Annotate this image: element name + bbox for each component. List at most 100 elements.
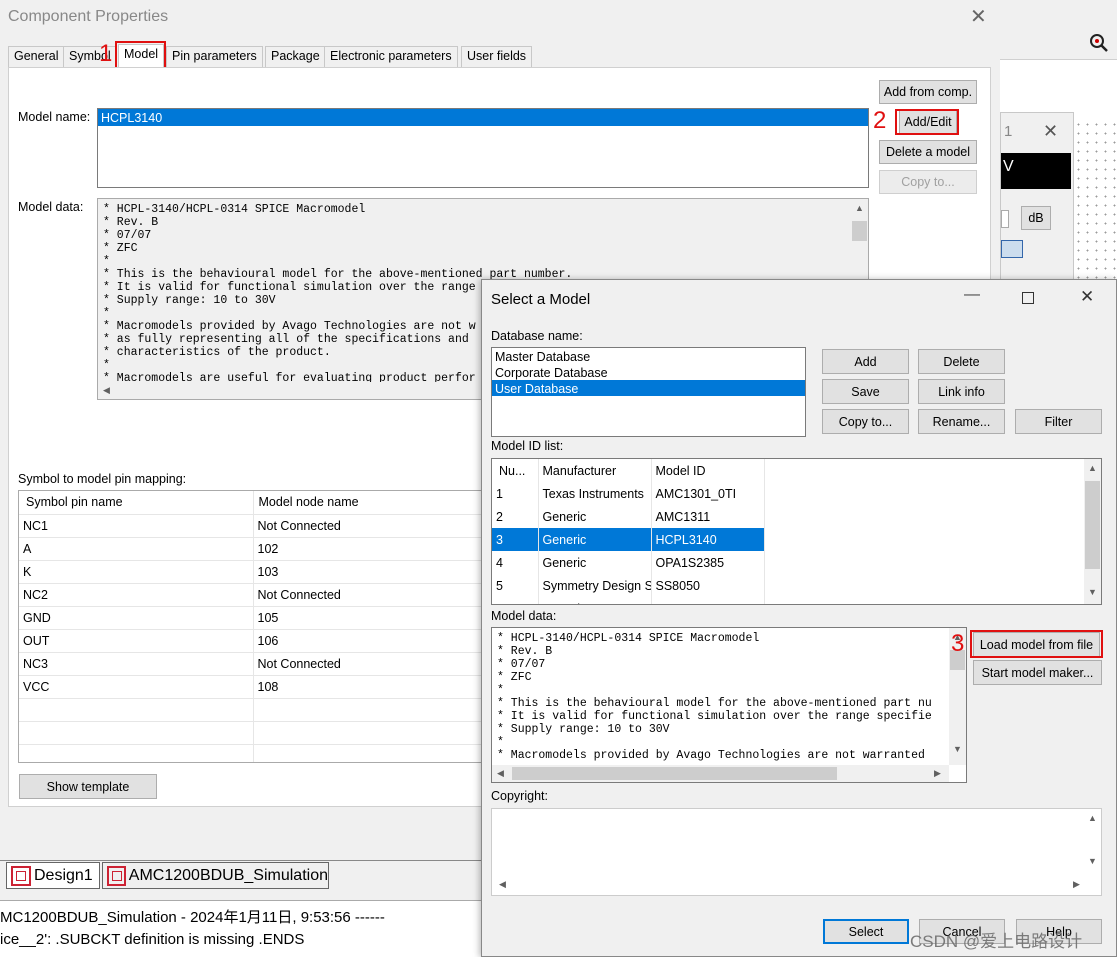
table-row[interactable]: [19, 698, 497, 722]
tab-design1[interactable]: Design1: [6, 862, 100, 889]
dialog-model-data-textarea[interactable]: * HCPL-3140/HCPL-0314 SPICE Macromodel * …: [491, 627, 967, 783]
model-node-cell[interactable]: 102: [253, 537, 497, 561]
instrument-field[interactable]: [1001, 210, 1009, 228]
table-row[interactable]: NC1 Not Connected: [19, 514, 497, 538]
manufacturer-cell[interactable]: Symmetry Design S: [538, 574, 652, 597]
delete-button[interactable]: Delete: [918, 349, 1005, 374]
db-unit-button[interactable]: dB: [1021, 206, 1051, 230]
link-info-button[interactable]: Link info: [918, 379, 1005, 404]
list-item[interactable]: 3 Generic HCPL3140: [492, 528, 765, 551]
tab-amc1200bdub-simulation[interactable]: AMC1200BDUB_Simulation: [102, 862, 329, 889]
table-row[interactable]: A 102: [19, 537, 497, 561]
tab-electronic-parameters[interactable]: Electronic parameters: [324, 46, 458, 67]
dialog-model-hscroll[interactable]: ◀ ▶: [492, 765, 949, 782]
model-id-cell[interactable]: TL431: [651, 597, 765, 604]
copyright-textarea[interactable]: ▲ ▼ ◀ ▶: [491, 808, 1102, 896]
model-node-cell[interactable]: [253, 698, 497, 722]
database-item-master[interactable]: Master Database: [492, 348, 805, 364]
table-row[interactable]: NC3 Not Connected: [19, 652, 497, 676]
id-number-cell[interactable]: 1: [492, 482, 539, 505]
close-icon[interactable]: ✕: [1080, 287, 1094, 307]
model-name-list[interactable]: HCPL3140: [97, 108, 869, 188]
symbol-pin-cell[interactable]: OUT: [19, 629, 254, 653]
symbol-pin-cell[interactable]: [19, 721, 254, 745]
id-number-cell[interactable]: 4: [492, 551, 539, 574]
model-name-item[interactable]: HCPL3140: [98, 109, 868, 126]
symbol-pin-cell[interactable]: K: [19, 560, 254, 584]
list-item[interactable]: 4 Generic OPA1S2385: [492, 551, 765, 574]
id-number-cell[interactable]: 2: [492, 505, 539, 528]
table-row[interactable]: K 103: [19, 560, 497, 584]
tab-pin-parameters[interactable]: Pin parameters: [166, 46, 263, 67]
list-item[interactable]: 5 Symmetry Design S SS8050: [492, 574, 765, 597]
maximize-icon[interactable]: [1022, 292, 1034, 304]
pin-header-model[interactable]: Model node name: [253, 491, 497, 515]
manufacturer-cell[interactable]: Generic: [538, 551, 652, 574]
close-icon[interactable]: ✕: [1043, 121, 1058, 142]
manufacturer-cell[interactable]: Generic: [538, 597, 652, 604]
model-id-cell[interactable]: HCPL3140: [651, 528, 765, 551]
database-list[interactable]: Master Database Corporate Database User …: [491, 347, 806, 437]
pin-mapping-table[interactable]: Symbol pin name Model node name NC1 Not Co…: [18, 490, 498, 763]
id-list-vscroll[interactable]: ▲ ▼: [1084, 459, 1101, 604]
add-from-comp-button[interactable]: Add from comp.: [879, 80, 977, 104]
id-number-cell[interactable]: 6: [492, 597, 539, 604]
database-item-corporate[interactable]: Corporate Database: [492, 364, 805, 380]
table-row[interactable]: VCC 108: [19, 675, 497, 699]
tab-user-fields[interactable]: User fields: [461, 46, 533, 67]
id-header-number[interactable]: Nu...: [492, 459, 539, 482]
symbol-pin-cell[interactable]: A: [19, 537, 254, 561]
add-button[interactable]: Add: [822, 349, 909, 374]
model-node-cell[interactable]: 108: [253, 675, 497, 699]
id-number-cell[interactable]: 5: [492, 574, 539, 597]
id-number-cell[interactable]: 3: [492, 528, 539, 551]
symbol-pin-cell[interactable]: NC3: [19, 652, 254, 676]
table-row[interactable]: OUT 106: [19, 629, 497, 653]
tab-general[interactable]: General: [8, 46, 65, 67]
database-item-user[interactable]: User Database: [492, 380, 805, 396]
select-button[interactable]: Select: [823, 919, 909, 944]
pin-header-symbol[interactable]: Symbol pin name: [19, 491, 254, 515]
model-node-cell[interactable]: [253, 721, 497, 745]
model-node-cell[interactable]: 105: [253, 606, 497, 630]
delete-model-button[interactable]: Delete a model: [879, 140, 977, 164]
zoom-icon[interactable]: [1089, 33, 1109, 53]
symbol-pin-cell[interactable]: [19, 744, 254, 762]
show-template-button[interactable]: Show template: [19, 774, 157, 799]
save-button[interactable]: Save: [822, 379, 909, 404]
manufacturer-cell[interactable]: Generic: [538, 528, 652, 551]
model-id-cell[interactable]: AMC1311: [651, 505, 765, 528]
tab-package[interactable]: Package: [265, 46, 326, 67]
id-header-manufacturer[interactable]: Manufacturer: [538, 459, 652, 482]
model-id-cell[interactable]: AMC1301_0TI: [651, 482, 765, 505]
list-item[interactable]: 6GenericTL431: [492, 597, 765, 604]
model-node-cell[interactable]: 103: [253, 560, 497, 584]
symbol-pin-cell[interactable]: NC2: [19, 583, 254, 607]
id-header-model-id[interactable]: Model ID: [651, 459, 765, 482]
model-node-cell[interactable]: Not Connected: [253, 514, 497, 538]
copy-to-button[interactable]: Copy to...: [822, 409, 909, 434]
manufacturer-cell[interactable]: Generic: [538, 505, 652, 528]
model-id-cell[interactable]: SS8050: [651, 574, 765, 597]
symbol-pin-cell[interactable]: NC1: [19, 514, 254, 538]
symbol-pin-cell[interactable]: [19, 698, 254, 722]
table-row[interactable]: [19, 721, 497, 745]
table-row[interactable]: GND 105: [19, 606, 497, 630]
list-item[interactable]: 2 Generic AMC1311: [492, 505, 765, 528]
filter-button[interactable]: Filter: [1015, 409, 1102, 434]
list-item[interactable]: 1 Texas Instruments AMC1301_0TI: [492, 482, 765, 505]
model-id-table[interactable]: Nu... Manufacturer Model ID 1 Texas Instr…: [491, 458, 1102, 605]
start-model-maker-button[interactable]: Start model maker...: [973, 660, 1102, 685]
table-row[interactable]: [19, 744, 497, 762]
minimize-icon[interactable]: —: [964, 286, 980, 304]
table-row[interactable]: NC2 Not Connected: [19, 583, 497, 607]
rename-button[interactable]: Rename...: [918, 409, 1005, 434]
model-node-cell[interactable]: Not Connected: [253, 583, 497, 607]
symbol-pin-cell[interactable]: VCC: [19, 675, 254, 699]
model-id-cell[interactable]: OPA1S2385: [651, 551, 765, 574]
close-icon[interactable]: ✕: [970, 4, 987, 29]
symbol-pin-cell[interactable]: GND: [19, 606, 254, 630]
model-node-cell[interactable]: [253, 744, 497, 762]
manufacturer-cell[interactable]: Texas Instruments: [538, 482, 652, 505]
model-node-cell[interactable]: Not Connected: [253, 652, 497, 676]
